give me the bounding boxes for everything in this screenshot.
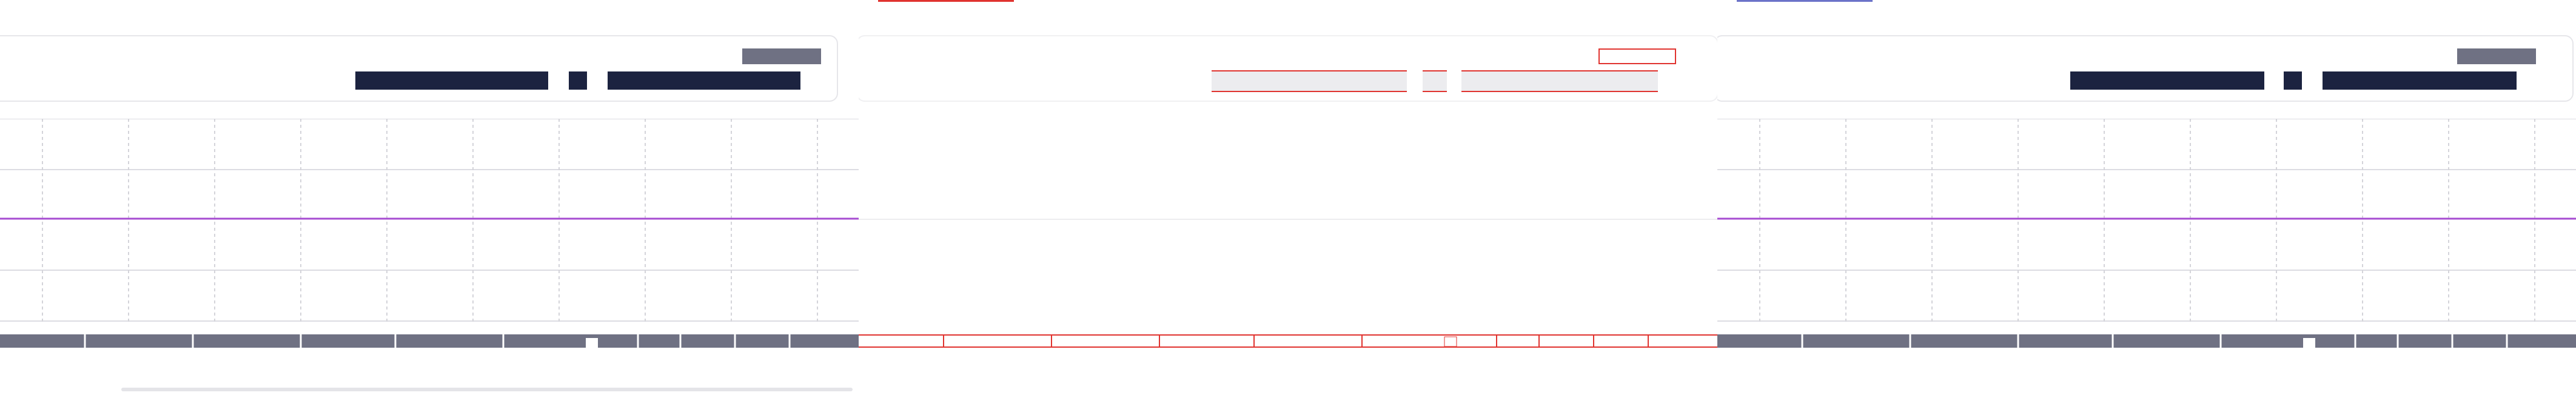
legend-series-label-1 bbox=[1212, 70, 1407, 92]
plot-area bbox=[859, 119, 1717, 322]
legend-card bbox=[859, 35, 1717, 102]
legend-card bbox=[0, 35, 838, 102]
x-axis-band bbox=[859, 334, 1717, 348]
legend-series-marker bbox=[2284, 71, 2302, 90]
x-axis-band bbox=[0, 334, 859, 348]
legend-series-label-2 bbox=[608, 71, 800, 90]
legend-series-marker bbox=[1423, 70, 1447, 92]
chart-panel-right bbox=[1717, 0, 2576, 401]
legend-series-label-2 bbox=[1461, 70, 1658, 92]
x-axis-marker bbox=[1444, 336, 1457, 347]
horizontal-scrollbar[interactable] bbox=[121, 388, 853, 391]
chart-panel-middle bbox=[859, 0, 1717, 401]
selection-top-strip bbox=[878, 0, 1014, 2]
plot-grid bbox=[0, 119, 859, 322]
selection-top-strip bbox=[1737, 0, 1873, 2]
legend-series-label-2 bbox=[2323, 71, 2517, 90]
legend-badge bbox=[2457, 48, 2536, 64]
x-axis-marker bbox=[586, 338, 598, 348]
x-axis-marker bbox=[2303, 338, 2315, 348]
legend-series-label-1 bbox=[2070, 71, 2264, 90]
legend-card bbox=[1717, 35, 2574, 102]
legend-badge bbox=[1598, 48, 1676, 64]
legend-series-marker bbox=[569, 71, 587, 90]
plot-area bbox=[0, 119, 859, 322]
x-axis-band bbox=[1717, 334, 2576, 348]
legend-badge bbox=[742, 48, 821, 64]
legend-series-label-1 bbox=[355, 71, 548, 90]
chart-panel-left bbox=[0, 0, 859, 401]
plot-area bbox=[1717, 119, 2576, 322]
